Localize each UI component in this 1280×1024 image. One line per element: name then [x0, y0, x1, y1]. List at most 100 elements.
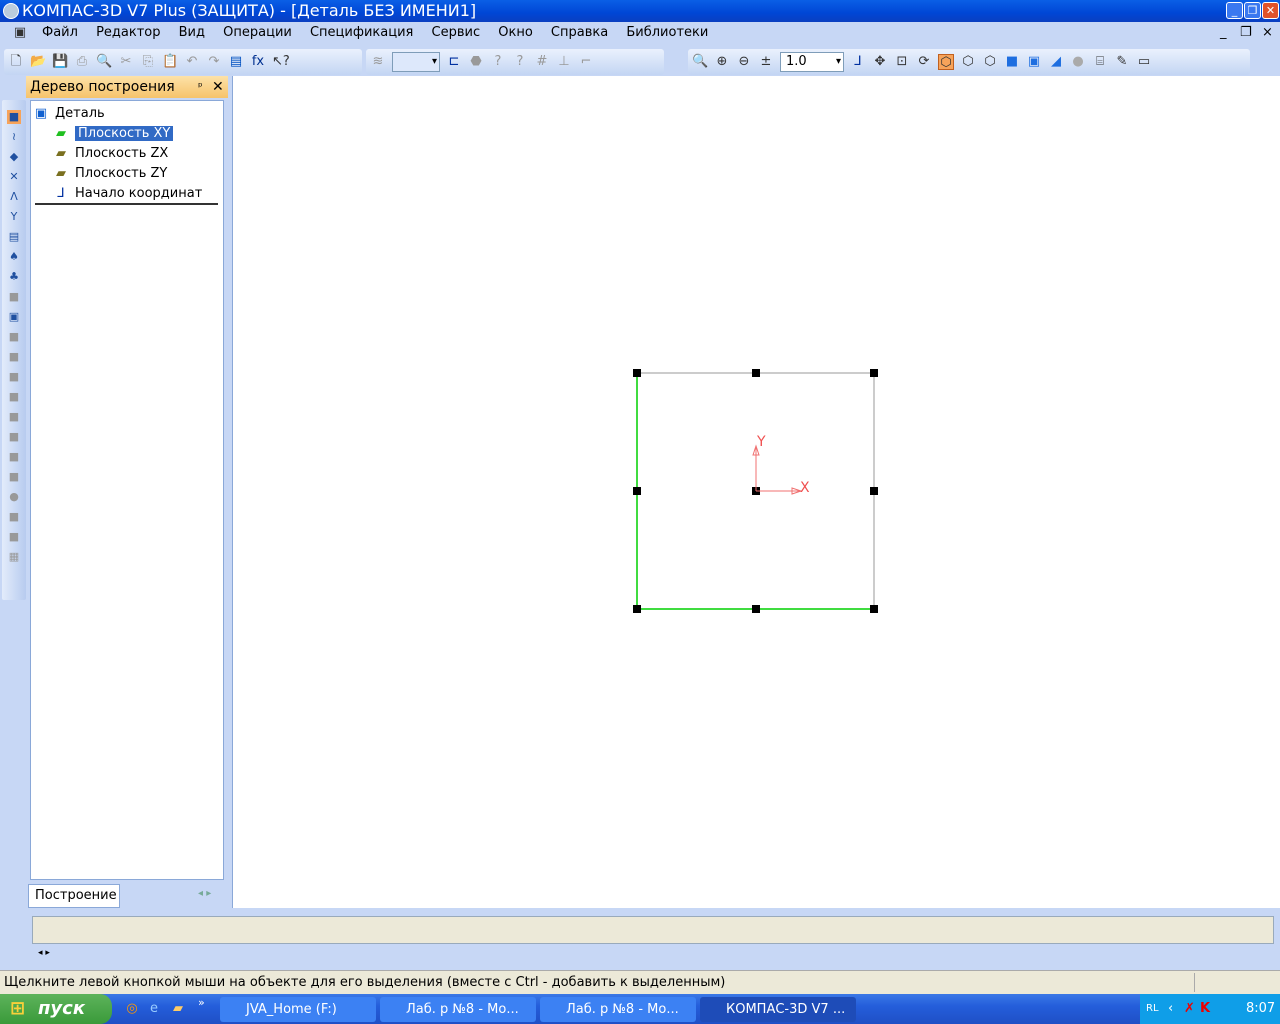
mdi-minimize-button[interactable]: _	[1220, 22, 1227, 44]
shell-icon[interactable]: ●	[7, 490, 21, 504]
sketch-icon[interactable]: ⊏	[446, 54, 462, 70]
ortho-icon[interactable]: ⌐	[578, 54, 594, 70]
document-icon[interactable]: ▣	[12, 25, 28, 41]
kinematic-icon[interactable]: ■	[7, 350, 21, 364]
undo-icon[interactable]: ↶	[184, 54, 200, 70]
menu-edit[interactable]: Редактор	[96, 25, 160, 40]
task-kompas[interactable]: КОМПАС-3D V7 ...	[700, 997, 856, 1022]
mdi-restore-button[interactable]: ❐	[1240, 22, 1252, 44]
zoom-icon[interactable]: 🔍	[692, 54, 708, 70]
thin-hidden-icon[interactable]: ⬡	[982, 54, 998, 70]
local-cs-icon[interactable]: ⊥	[556, 54, 572, 70]
tree-root[interactable]: ▣ Деталь	[33, 105, 105, 123]
open-file-icon[interactable]: 📂	[30, 54, 46, 70]
snap-icon[interactable]: ?	[490, 54, 506, 70]
measure-icon[interactable]: Λ	[7, 190, 21, 204]
extrude-active-icon[interactable]: ▣	[7, 310, 21, 324]
mdi-close-button[interactable]: ×	[1262, 22, 1273, 44]
reports-icon[interactable]: ♠	[7, 250, 21, 264]
layer-select[interactable]	[392, 52, 440, 72]
panel-icon[interactable]: ▭	[1136, 54, 1152, 70]
rotate-op-icon[interactable]: ■	[7, 330, 21, 344]
panel-close-icon[interactable]: ✕	[212, 76, 224, 98]
hidden-lines-icon[interactable]: ⬡	[960, 54, 976, 70]
zoom-value-select[interactable]: 1.0	[780, 52, 844, 72]
orientation-icon[interactable]: ⅃	[850, 54, 866, 70]
menu-window[interactable]: Окно	[498, 25, 533, 40]
restore-button[interactable]: ❐	[1244, 2, 1261, 19]
fx-icon[interactable]: fx	[250, 54, 266, 70]
menu-file[interactable]: Файл	[42, 25, 78, 40]
outlook-icon[interactable]: ◎	[124, 1001, 140, 1017]
shaded-edges-icon[interactable]: ▣	[1026, 54, 1042, 70]
hole-icon[interactable]: ■	[7, 510, 21, 524]
model-viewport[interactable]: Y X	[232, 76, 1280, 908]
menu-operations[interactable]: Операции	[223, 25, 292, 40]
language-indicator[interactable]: RL	[1146, 994, 1159, 1024]
loft-icon[interactable]: ■	[7, 370, 21, 384]
print-icon[interactable]: ⎙	[74, 54, 90, 70]
pin-icon[interactable]: ᵖ	[198, 76, 203, 98]
cut-rotate-icon[interactable]: ■	[7, 410, 21, 424]
paste-icon[interactable]: 📋	[162, 54, 178, 70]
property-scroll-arrows[interactable]: ◂ ▸	[38, 948, 50, 958]
tab-scroll-arrows[interactable]: ◂ ▸	[198, 888, 211, 899]
new-file-icon[interactable]: 🗋	[8, 54, 24, 70]
copy-icon[interactable]: ⎘	[140, 54, 156, 70]
edit-pencil-icon[interactable]: ✎	[1114, 54, 1130, 70]
menu-help[interactable]: Справка	[551, 25, 608, 40]
ie-icon[interactable]: e	[146, 1001, 162, 1017]
antivirus-icon[interactable]: K	[1200, 994, 1210, 1024]
aux-geometry-icon[interactable]: ✕	[7, 170, 21, 184]
spec-icon[interactable]: ▤	[7, 230, 21, 244]
operation-icon[interactable]: ⬣	[468, 54, 484, 70]
extrude-icon[interactable]: ■	[7, 290, 21, 304]
menu-specification[interactable]: Спецификация	[310, 25, 413, 40]
variables-icon[interactable]: ▤	[228, 54, 244, 70]
zoom-fit-icon[interactable]: ⊡	[894, 54, 910, 70]
surfaces-icon[interactable]: ◆	[7, 150, 21, 164]
task-jva-home[interactable]: JVA_Home (F:)	[220, 997, 376, 1022]
minimize-button[interactable]: _	[1226, 2, 1243, 19]
tree-icon[interactable]: ⌸	[1092, 54, 1108, 70]
rib-icon[interactable]: ■	[7, 470, 21, 484]
zoom-out-icon[interactable]: ⊖	[736, 54, 752, 70]
grid-icon[interactable]: #	[534, 54, 550, 70]
tray-expand-icon[interactable]: ‹	[1168, 994, 1173, 1024]
snap2-icon[interactable]: ?	[512, 54, 528, 70]
elements-icon[interactable]: ♣	[7, 270, 21, 284]
chamfer-icon[interactable]: ■	[7, 450, 21, 464]
save-icon[interactable]: 💾	[52, 54, 68, 70]
preview-icon[interactable]: 🔍	[96, 54, 112, 70]
shaded-icon[interactable]: ■	[1004, 54, 1020, 70]
task-folder-lab8[interactable]: Лаб. р №8 - Мо...	[380, 997, 536, 1022]
start-button[interactable]: ⊞ пуск	[0, 994, 112, 1024]
network-icon[interactable]: ✗	[1184, 994, 1195, 1024]
rotate-icon[interactable]: ⟳	[916, 54, 932, 70]
help-pointer-icon[interactable]: ↖?	[272, 54, 290, 70]
menu-libraries[interactable]: Библиотеки	[626, 25, 708, 40]
explorer-icon[interactable]: ▰	[170, 1001, 186, 1017]
task-word-lab8[interactable]: Лаб. р №8 - Мо...	[540, 997, 696, 1022]
cut-extrude-icon[interactable]: ■	[7, 390, 21, 404]
tree-item-plane-zx[interactable]: ▰ Плоскость ZX	[53, 145, 168, 163]
zoom-in-icon[interactable]: ⊕	[714, 54, 730, 70]
fillet-icon[interactable]: ■	[7, 430, 21, 444]
pan-icon[interactable]: ✥	[872, 54, 888, 70]
tab-construction[interactable]: Построение	[28, 884, 120, 908]
tree-item-plane-xy[interactable]: ▰ Плоскость XY	[53, 125, 174, 143]
wireframe-icon[interactable]: ⬡	[938, 54, 954, 70]
perspective-icon[interactable]: ◢	[1048, 54, 1064, 70]
filter-icon[interactable]: Y	[7, 210, 21, 224]
menu-view[interactable]: Вид	[179, 25, 205, 40]
quicklaunch-more-icon[interactable]: »	[198, 996, 205, 1009]
property-input[interactable]	[32, 916, 1274, 944]
edit-part-icon[interactable]: ■	[7, 110, 21, 124]
mirror-icon[interactable]: ▦	[7, 550, 21, 564]
tree-item-origin[interactable]: ⅃ Начало координат	[53, 185, 202, 203]
zoom-scale-icon[interactable]: ±	[758, 54, 774, 70]
tree-item-plane-zy[interactable]: ▰ Плоскость ZY	[53, 165, 167, 183]
close-button[interactable]: ✕	[1262, 2, 1279, 19]
cut-icon[interactable]: ✂	[118, 54, 134, 70]
array-icon[interactable]: ■	[7, 530, 21, 544]
